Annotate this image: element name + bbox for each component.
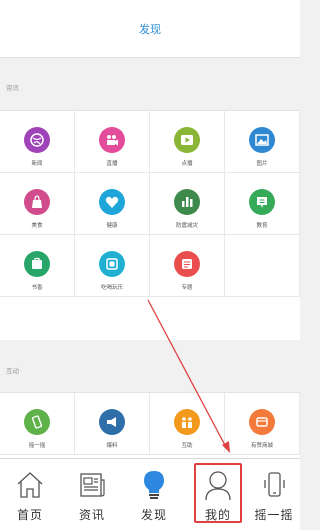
annotation-arrow — [147, 299, 230, 453]
discover-screen: 发现 资讯 新闻 直播 点播 图片 美食 健康 防震减灾 教育 书香 吃喝玩乐 … — [0, 0, 300, 530]
